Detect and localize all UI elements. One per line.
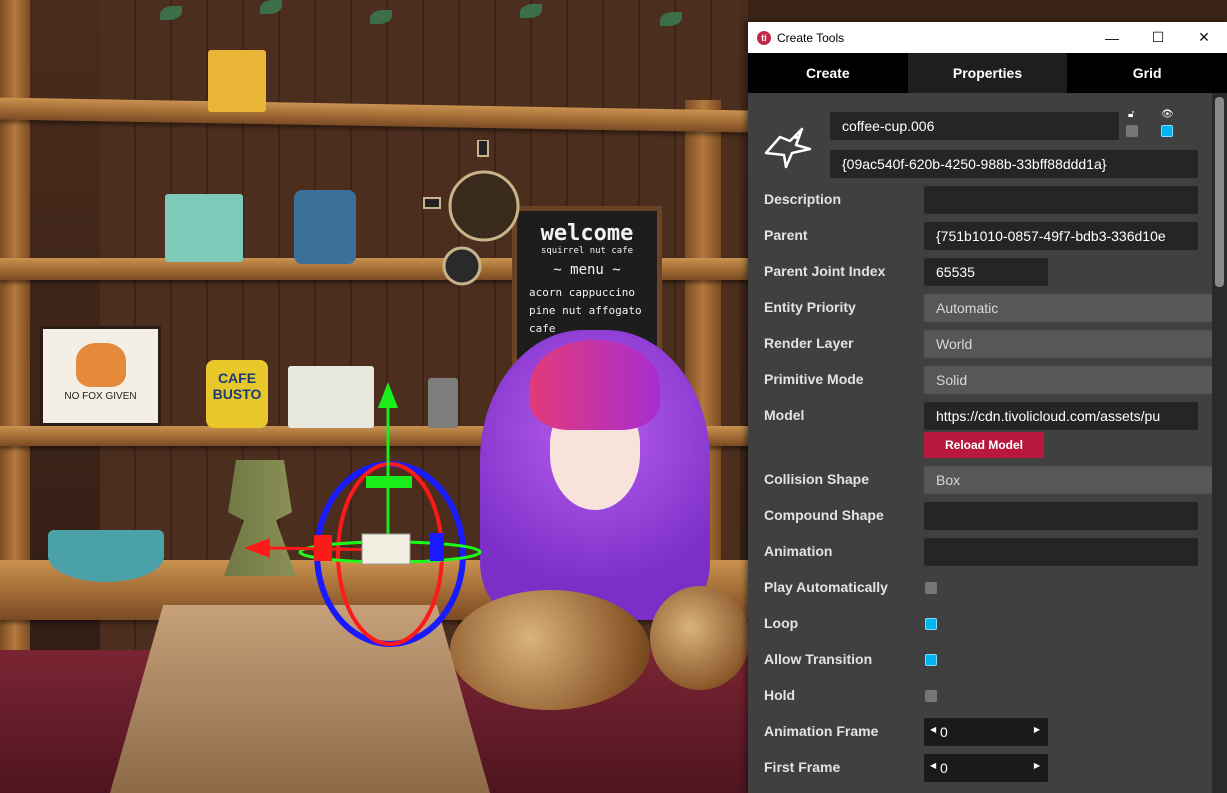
parent-input[interactable]: {751b1010-0857-49f7-bdb3-336d10e <box>924 222 1198 250</box>
cereal-box <box>165 194 243 262</box>
properties-panel: coffee-cup.006 🔓︎ 👁︎ {09ac540f-620b-4250… <box>748 93 1212 793</box>
first-frame-row: First Frame ◀ 0 ▶ <box>748 750 1212 786</box>
entity-name-field[interactable]: coffee-cup.006 <box>830 112 1119 140</box>
entity-priority-row: Entity Priority Automatic <box>748 290 1212 326</box>
3d-viewport[interactable]: CAFE BUSTO welcome squirrel nut cafe ~ m… <box>0 0 748 793</box>
primitive-mode-label: Primitive Mode <box>764 371 864 387</box>
transform-gizmo[interactable] <box>240 380 490 660</box>
play-automatically-checkbox[interactable] <box>925 582 937 594</box>
model-label: Model <box>764 407 805 423</box>
poster-caption: NO FOX GIVEN <box>64 391 137 402</box>
tin-can <box>294 190 356 264</box>
entity-priority-label: Entity Priority <box>764 299 856 315</box>
parent-row: Parent {751b1010-0857-49f7-bdb3-336d10e <box>748 218 1212 254</box>
collision-shape-row: Collision Shape Box <box>748 462 1212 498</box>
loop-row: Loop <box>748 606 1212 642</box>
decrement-arrow-icon[interactable]: ◀ <box>930 761 936 770</box>
visible-checkbox[interactable] <box>1161 125 1173 137</box>
collision-shape-select[interactable]: Box <box>924 466 1212 494</box>
description-input[interactable] <box>924 186 1198 214</box>
animation-input[interactable] <box>924 538 1198 566</box>
loop-label: Loop <box>764 615 799 631</box>
animation-label: Animation <box>764 543 833 559</box>
reload-model-row: Reload Model <box>748 422 1212 458</box>
scrollbar-thumb[interactable] <box>1215 97 1224 287</box>
tab-grid[interactable]: Grid <box>1067 53 1227 93</box>
increment-arrow-icon[interactable]: ▶ <box>1034 725 1040 734</box>
tivoli-app-icon: ti <box>757 30 771 45</box>
window-title: Create Tools <box>777 30 845 45</box>
close-button[interactable]: ✕ <box>1181 22 1227 53</box>
hold-row: Hold <box>748 678 1212 714</box>
first-frame-label: First Frame <box>764 759 841 775</box>
maximize-button[interactable]: ☐ <box>1135 22 1181 53</box>
allow-transition-row: Allow Transition <box>748 642 1212 678</box>
window-titlebar[interactable]: ti Create Tools — ☐ ✕ <box>748 22 1227 53</box>
tab-bar: Create Properties Grid <box>748 53 1227 93</box>
compound-shape-row: Compound Shape <box>748 498 1212 534</box>
coffee-bag <box>208 50 266 112</box>
animation-frame-value: 0 <box>940 724 948 740</box>
lock-checkbox[interactable] <box>1126 125 1138 137</box>
lock-icon: 🔓︎ <box>1128 109 1135 120</box>
bread-loaf <box>650 586 748 690</box>
first-frame-value: 0 <box>940 760 948 776</box>
compound-shape-label: Compound Shape <box>764 507 884 523</box>
avatar-hair <box>530 340 660 430</box>
vertical-scrollbar[interactable] <box>1212 93 1227 793</box>
collision-shape-label: Collision Shape <box>764 471 870 487</box>
sign-item: pine nut affogato <box>529 304 642 317</box>
entity-priority-select[interactable]: Automatic <box>924 294 1212 322</box>
allow-transition-checkbox[interactable] <box>925 654 937 666</box>
allow-transition-label: Allow Transition <box>764 651 873 667</box>
reload-model-button[interactable]: Reload Model <box>924 432 1044 458</box>
first-frame-spinbox[interactable]: ◀ 0 ▶ <box>924 754 1048 782</box>
description-row: Description <box>748 182 1212 218</box>
play-automatically-label: Play Automatically <box>764 579 888 595</box>
bowl <box>48 530 164 582</box>
primitive-mode-select[interactable]: Solid <box>924 366 1212 394</box>
render-layer-row: Render Layer World <box>748 326 1212 362</box>
animation-frame-label: Animation Frame <box>764 723 879 739</box>
eye-icon: 👁︎ <box>1161 109 1174 120</box>
fox-poster: NO FOX GIVEN <box>40 326 161 426</box>
loop-checkbox[interactable] <box>925 618 937 630</box>
parent-joint-index-label: Parent Joint Index <box>764 263 886 279</box>
sign-item: acorn cappuccino <box>529 286 635 299</box>
parent-joint-index-row: Parent Joint Index 65535 <box>748 254 1212 290</box>
compound-shape-input[interactable] <box>924 502 1198 530</box>
render-layer-select[interactable]: World <box>924 330 1212 358</box>
hold-label: Hold <box>764 687 796 703</box>
animation-frame-spinbox[interactable]: ◀ 0 ▶ <box>924 718 1048 746</box>
hold-checkbox[interactable] <box>925 690 937 702</box>
parent-joint-index-input[interactable]: 65535 <box>924 258 1048 286</box>
entity-id-field[interactable]: {09ac540f-620b-4250-988b-33bff88ddd1a} <box>830 150 1198 178</box>
render-layer-label: Render Layer <box>764 335 854 351</box>
fox-drawing <box>75 343 126 387</box>
animation-row: Animation <box>748 534 1212 570</box>
minimize-button[interactable]: — <box>1089 22 1135 53</box>
light-probe-gizmos <box>423 140 520 286</box>
animation-frame-row: Animation Frame ◀ 0 ▶ <box>748 714 1212 750</box>
decrement-arrow-icon[interactable]: ◀ <box>930 725 936 734</box>
create-tools-window: ti Create Tools — ☐ ✕ Create Properties … <box>748 22 1227 793</box>
description-label: Description <box>764 191 842 207</box>
tab-create[interactable]: Create <box>748 53 908 93</box>
bird-logo-icon <box>764 127 812 169</box>
play-automatically-row: Play Automatically <box>748 570 1212 606</box>
entity-header: coffee-cup.006 🔓︎ 👁︎ {09ac540f-620b-4250… <box>748 93 1212 183</box>
tab-properties[interactable]: Properties <box>907 53 1068 93</box>
primitive-mode-row: Primitive Mode Solid <box>748 362 1212 398</box>
increment-arrow-icon[interactable]: ▶ <box>1034 761 1040 770</box>
parent-label: Parent <box>764 227 808 243</box>
